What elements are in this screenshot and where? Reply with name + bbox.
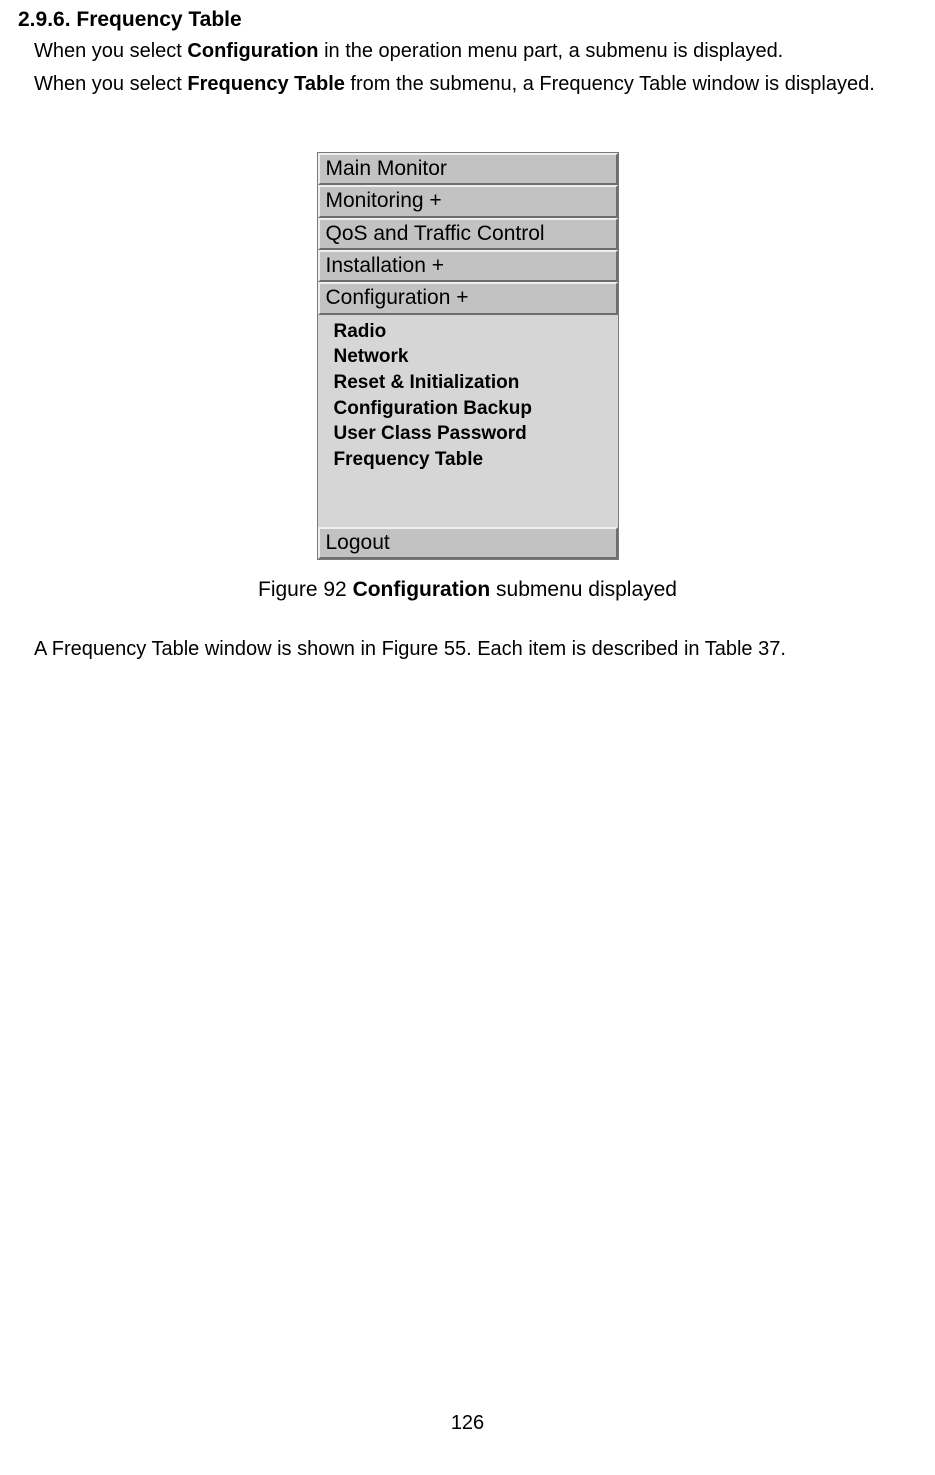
caption-text-b: submenu displayed	[490, 578, 677, 601]
para1-text-b: in the operation menu part, a submenu is…	[319, 40, 784, 62]
para2-bold: Frequency Table	[187, 73, 344, 95]
configuration-submenu: Radio Network Reset & Initialization Con…	[318, 315, 618, 527]
section-heading: 2.9.6. Frequency Table	[18, 8, 927, 32]
page-number: 126	[0, 1412, 935, 1435]
figure-wrap: Main Monitor Monitoring + QoS and Traffi…	[8, 152, 927, 560]
submenu-reset-initialization[interactable]: Reset & Initialization	[334, 370, 618, 396]
figure-caption: Figure 92 Configuration submenu displaye…	[8, 578, 927, 602]
menu-configuration[interactable]: Configuration +	[318, 282, 618, 314]
menu-main-monitor[interactable]: Main Monitor	[318, 153, 618, 185]
caption-text-a: Figure 92	[258, 578, 353, 601]
submenu-spacer	[334, 473, 618, 519]
para2-text-a: When you select	[34, 73, 187, 95]
paragraph-3: A Frequency Table window is shown in Fig…	[34, 636, 927, 663]
para1-text-a: When you select	[34, 40, 187, 62]
submenu-radio[interactable]: Radio	[334, 319, 618, 345]
menu-monitoring[interactable]: Monitoring +	[318, 185, 618, 217]
paragraph-2: When you select Frequency Table from the…	[34, 71, 927, 98]
para2-text-b: from the submenu, a Frequency Table wind…	[345, 73, 875, 95]
caption-bold: Configuration	[353, 578, 491, 601]
para1-bold: Configuration	[187, 40, 318, 62]
submenu-network[interactable]: Network	[334, 344, 618, 370]
menu-logout[interactable]: Logout	[318, 527, 618, 559]
paragraph-1: When you select Configuration in the ope…	[34, 38, 927, 65]
submenu-frequency-table[interactable]: Frequency Table	[334, 447, 618, 473]
nav-menu: Main Monitor Monitoring + QoS and Traffi…	[317, 152, 619, 560]
submenu-user-class-password[interactable]: User Class Password	[334, 421, 618, 447]
menu-installation[interactable]: Installation +	[318, 250, 618, 282]
menu-qos-traffic-control[interactable]: QoS and Traffic Control	[318, 218, 618, 250]
submenu-configuration-backup[interactable]: Configuration Backup	[334, 396, 618, 422]
